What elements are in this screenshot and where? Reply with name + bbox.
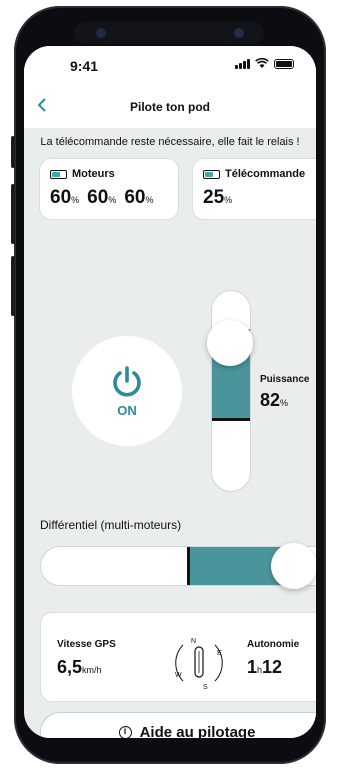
status-bar: 9:41 <box>24 46 316 86</box>
motor-value: 60% <box>124 187 154 208</box>
compass-w: W <box>175 672 182 679</box>
camera-lens <box>96 28 106 38</box>
app-screen: 9:41 Pilote ton pod La télécommande rest… <box>24 46 316 738</box>
remote-title: Télécommande <box>203 168 305 180</box>
signal-icon <box>235 58 250 69</box>
power-slider-handle[interactable] <box>207 320 253 366</box>
info-icon <box>118 725 132 738</box>
motors-title: Moteurs <box>50 168 115 180</box>
speed-label: Vitesse GPS <box>57 639 116 650</box>
autonomy-value: 1h12 <box>247 657 283 677</box>
motors-values: 60% 60% 60% <box>50 187 153 209</box>
differentiel-slider-handle[interactable] <box>271 543 316 589</box>
phone-side-button <box>11 136 15 168</box>
compass-e: E <box>217 650 222 657</box>
speed-value: 6,5km/h <box>57 657 102 677</box>
phone-side-button <box>11 184 15 244</box>
motor-value: 60% <box>87 187 117 208</box>
puissance-value: 82% <box>260 390 289 410</box>
compass-n: N <box>191 638 196 645</box>
notice-text: La télécommande reste nécessaire, elle f… <box>40 136 300 148</box>
wifi-icon <box>255 58 269 68</box>
battery-icon <box>50 169 67 179</box>
differentiel-label: Différentiel (multi-moteurs) <box>40 518 182 532</box>
motors-card: Moteurs 60% 60% 60% <box>39 158 179 220</box>
remote-value: 25% <box>203 187 233 208</box>
motors-label: Moteurs <box>72 168 115 180</box>
status-time: 9:41 <box>70 58 99 74</box>
remote-card: Télécommande 25% <box>192 158 316 220</box>
motor-value: 60% <box>50 187 80 208</box>
camera-bar <box>74 22 264 44</box>
differentiel-slider-center <box>187 547 190 585</box>
power-toggle-button[interactable]: ON <box>72 336 182 446</box>
page-title: Pilote ton pod <box>130 100 210 114</box>
puissance-label: Puissance <box>260 374 310 385</box>
battery-icon <box>203 169 220 179</box>
power-slider-baseline <box>212 418 250 421</box>
remote-label: Télécommande <box>225 168 306 180</box>
gps-card: Vitesse GPS 6,5km/h N E S W Autonomie 1h… <box>40 612 316 702</box>
power-state-label: ON <box>117 402 137 418</box>
remote-values: 25% <box>203 187 232 209</box>
nav-bar: Pilote ton pod <box>24 86 316 128</box>
battery-status-icon <box>274 59 294 69</box>
sensor-dot <box>234 28 244 38</box>
status-icons <box>235 58 294 69</box>
phone-side-button <box>11 256 15 316</box>
autonomy-label: Autonomie <box>247 639 300 650</box>
help-label: Aide au pilotage <box>139 723 256 739</box>
compass-s: S <box>203 684 208 691</box>
help-button[interactable]: Aide au pilotage <box>40 712 316 738</box>
compass-icon: N E S W <box>175 638 223 691</box>
power-icon <box>113 365 141 396</box>
